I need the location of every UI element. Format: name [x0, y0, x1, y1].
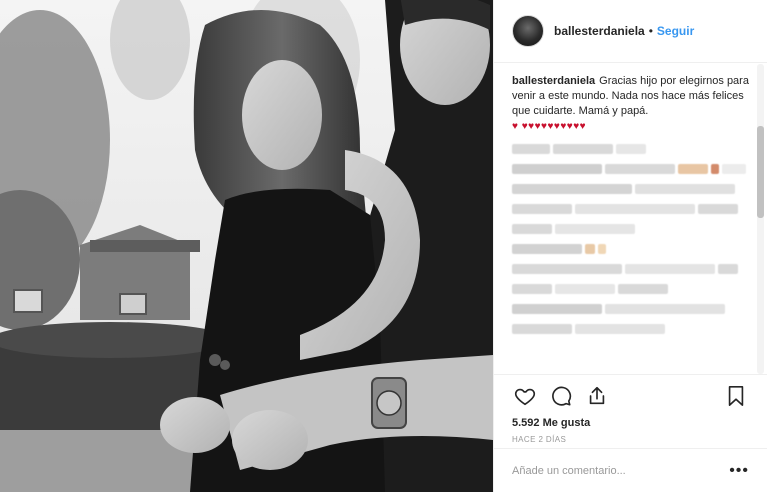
add-comment-bar: •••: [494, 448, 767, 492]
comments-scrollbar[interactable]: [757, 64, 764, 374]
more-options-icon[interactable]: •••: [729, 462, 749, 478]
follow-button[interactable]: Seguir: [657, 24, 694, 38]
caption: ballesterdaniela Gracias hijo por elegirn…: [512, 74, 749, 134]
blurred-comment: [512, 204, 749, 214]
blurred-comment: [512, 264, 749, 274]
blurred-comment: [512, 244, 749, 254]
comment-icon[interactable]: [548, 383, 574, 409]
post-timestamp[interactable]: HACE 2 DÍAS: [512, 435, 749, 444]
blurred-comment: [512, 284, 749, 294]
photo-image: [0, 0, 493, 492]
action-icons: [512, 383, 749, 409]
comment-input[interactable]: [512, 464, 730, 477]
post-sidebar: ballesterdaniela • Seguir ballesterdanie…: [493, 0, 767, 492]
caption-hearts: ♥ ♥♥♥♥♥♥♥♥♥♥: [512, 121, 587, 132]
blurred-comment: [512, 304, 749, 314]
blurred-comment: [512, 224, 749, 234]
bookmark-icon[interactable]: [723, 383, 749, 409]
blurred-comment: [512, 184, 749, 194]
post-actions: 5.592 Me gusta HACE 2 DÍAS: [494, 374, 767, 444]
blurred-comment: [512, 324, 749, 334]
comments-list[interactable]: ballesterdaniela Gracias hijo por elegirn…: [494, 64, 767, 374]
heart-icon[interactable]: [512, 383, 538, 409]
post-header: ballesterdaniela • Seguir: [494, 0, 767, 63]
header-username-link[interactable]: ballesterdaniela: [554, 24, 645, 38]
blurred-comment: [512, 164, 749, 174]
share-icon[interactable]: [584, 383, 610, 409]
post-photo[interactable]: [0, 0, 493, 492]
avatar[interactable]: [512, 15, 544, 47]
scrollbar-thumb[interactable]: [757, 126, 764, 218]
header-separator: •: [648, 24, 653, 38]
caption-username-link[interactable]: ballesterdaniela: [512, 75, 595, 87]
blurred-comment: [512, 144, 749, 154]
likes-count[interactable]: 5.592 Me gusta: [512, 417, 749, 429]
